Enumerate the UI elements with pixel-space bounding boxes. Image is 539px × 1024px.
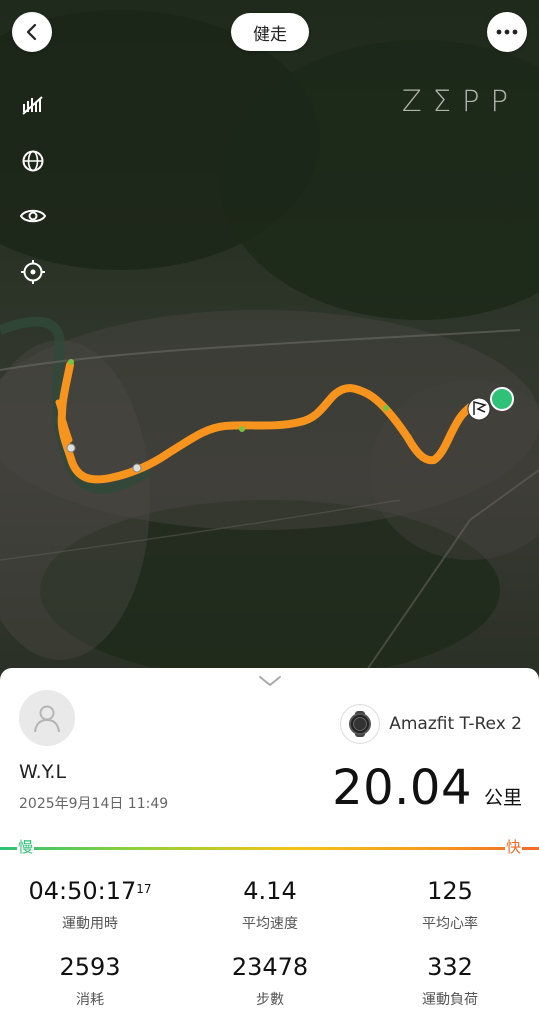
duration-value: 04:50:17 [28, 877, 137, 905]
route-point [239, 426, 245, 432]
stat-calories: 2593 消耗 [0, 952, 180, 1009]
user-silhouette-icon [34, 705, 60, 733]
km-marker-2 [132, 463, 142, 473]
stat-steps: 23478 步數 [180, 952, 360, 1009]
chevron-down-icon [259, 676, 281, 686]
route-point [383, 405, 389, 411]
steps-label: 步數 [256, 992, 284, 1008]
recenter-button[interactable] [20, 259, 46, 285]
stat-avg-speed: 4.14 平均速度 [180, 876, 360, 933]
pace-gradient-line [0, 847, 539, 850]
avg-speed-value: 4.14 [243, 877, 297, 905]
distance-unit: 公里 [483, 787, 522, 809]
satellite-signal-off-icon [22, 96, 43, 115]
workout-date: 2025年9月14日 11:49 [19, 796, 169, 812]
pace-fast-label: 快 [504, 838, 522, 856]
workout-type-title: 健走 [231, 13, 309, 51]
distance-value: 20.04 [332, 760, 472, 816]
route-point [68, 359, 74, 365]
avg-hr-label: 平均心率 [422, 916, 478, 932]
calories-label: 消耗 [76, 992, 104, 1008]
workout-summary-panel: W.Y.L 2025年9月14日 11:49 Amazfit T-Rex 2 2… [0, 668, 539, 1024]
eye-icon [20, 209, 46, 223]
steps-value: 23478 [231, 953, 309, 981]
stat-duration: 04:50:1717 運動用時 [0, 876, 180, 933]
stat-training-load: 332 運動負荷 [360, 952, 539, 1009]
start-marker [490, 387, 514, 411]
chevron-left-icon [26, 23, 37, 41]
load-value: 332 [427, 953, 473, 981]
route-map[interactable]: 健走 ZΣPP [0, 0, 539, 681]
finish-flag-icon [467, 397, 491, 421]
more-dots-icon [496, 29, 518, 35]
map-layer-button[interactable] [20, 148, 46, 174]
km-marker-1 [66, 443, 76, 453]
avatar[interactable] [19, 690, 75, 746]
device-info[interactable]: Amazfit T-Rex 2 [340, 704, 522, 744]
locate-target-icon [21, 260, 45, 284]
stat-avg-heart-rate: 125 平均心率 [360, 876, 539, 933]
back-button[interactable] [12, 12, 52, 52]
globe-icon [22, 150, 44, 172]
gps-signal-toggle[interactable] [20, 92, 46, 118]
pace-color-scale: 慢 快 [0, 838, 539, 856]
zepp-logo: ZΣPP [401, 84, 519, 118]
calories-value: 2593 [59, 953, 121, 981]
visibility-toggle[interactable] [20, 203, 46, 229]
avg-hr-value: 125 [427, 877, 473, 905]
load-label: 運動負荷 [422, 992, 478, 1008]
watch-icon [340, 704, 381, 744]
duration-label: 運動用時 [62, 916, 118, 932]
user-name: W.Y.L [19, 761, 67, 783]
total-distance: 20.04 公里 [332, 760, 522, 816]
collapse-panel-button[interactable] [257, 672, 283, 690]
avg-speed-label: 平均速度 [242, 916, 298, 932]
device-name: Amazfit T-Rex 2 [389, 714, 522, 734]
more-options-button[interactable] [487, 12, 527, 52]
duration-fraction: 17 [136, 882, 152, 896]
pace-slow-label: 慢 [17, 838, 35, 856]
